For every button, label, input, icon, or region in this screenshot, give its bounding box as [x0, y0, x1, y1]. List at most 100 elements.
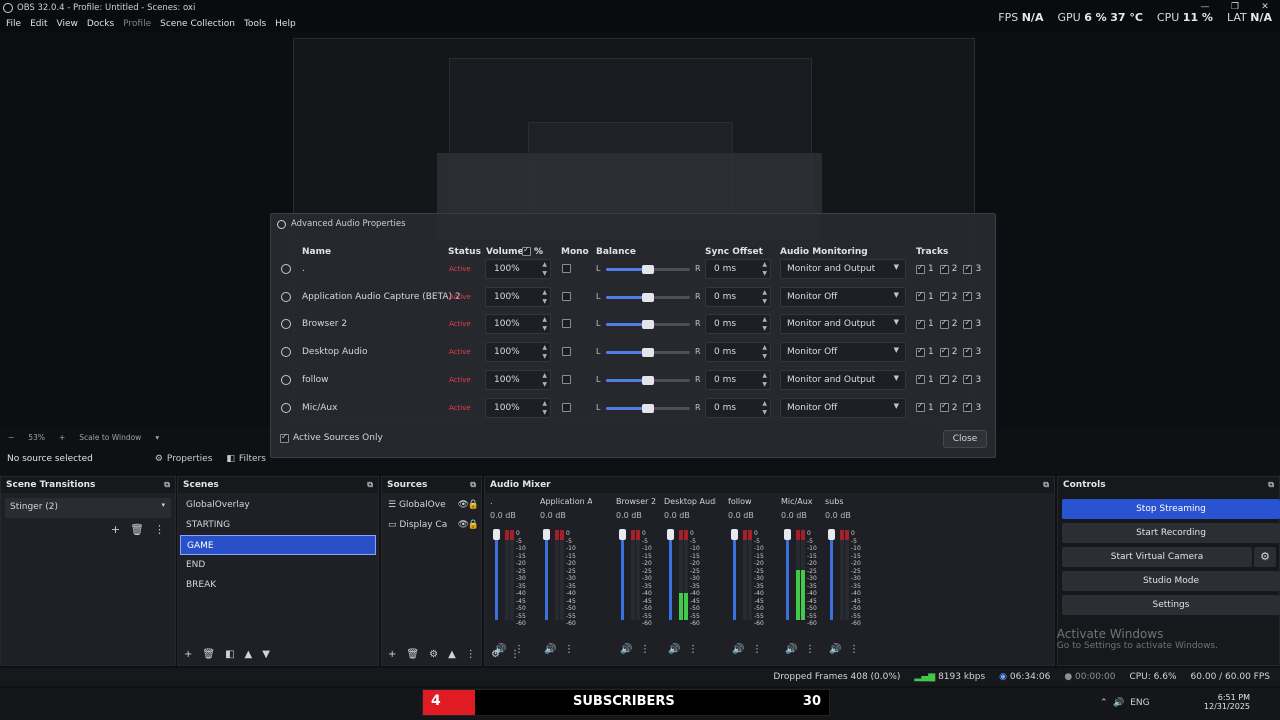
volume-spinbox[interactable]: 100% ▲ ▼: [485, 259, 551, 279]
mute-button[interactable]: 🔊: [732, 644, 744, 655]
menu-docks[interactable]: Docks: [87, 19, 114, 29]
mono-checkbox[interactable]: [562, 402, 571, 412]
zoom-dropdown-icon[interactable]: ▾: [155, 433, 159, 442]
track-1-checkbox[interactable]: [916, 373, 925, 385]
volume-fader-track[interactable]: [545, 532, 548, 620]
volume-spinbox[interactable]: 100% ▲ ▼: [485, 369, 551, 390]
sync-offset-spinbox[interactable]: 0 ms ▲ ▼: [705, 397, 771, 418]
scene-filter-icon[interactable]: ◧: [225, 649, 234, 660]
balance-handle[interactable]: [642, 348, 654, 358]
scene-item[interactable]: STARTING: [180, 515, 376, 535]
mute-button[interactable]: 🔊: [620, 644, 632, 655]
sync-offset-spinbox[interactable]: 0 ms ▲ ▼: [705, 314, 771, 335]
menu-view[interactable]: View: [57, 19, 78, 29]
more-icon[interactable]: ⋮: [510, 649, 520, 660]
monitoring-select[interactable]: Monitor and Output ▼: [780, 314, 906, 335]
volume-fader-handle[interactable]: [543, 529, 550, 540]
scene-item[interactable]: END: [180, 555, 376, 575]
start-recording-button[interactable]: Start Recording: [1062, 523, 1280, 543]
channel-more-icon[interactable]: ⋮: [849, 644, 859, 655]
tray-icons[interactable]: ⌃ 🔊 ENG: [1100, 698, 1150, 708]
advanced-audio-icon[interactable]: ⚙: [491, 649, 500, 660]
volume-fader-handle[interactable]: [667, 529, 674, 540]
balance-slider[interactable]: [606, 348, 690, 358]
balance-handle[interactable]: [642, 375, 654, 385]
add-source-icon[interactable]: +: [388, 649, 396, 660]
balance-handle[interactable]: [642, 292, 654, 302]
volume-spinbox[interactable]: 100% ▲ ▼: [485, 342, 551, 363]
start-virtual-camera-button[interactable]: Start Virtual Camera: [1062, 547, 1252, 567]
mono-checkbox[interactable]: [562, 291, 571, 301]
volume-fader-track[interactable]: [669, 532, 672, 620]
channel-more-icon[interactable]: ⋮: [805, 644, 815, 655]
zoom-out-button[interactable]: −: [8, 433, 14, 442]
volume-spinbox[interactable]: 100% ▲ ▼: [485, 314, 551, 335]
volume-fader-handle[interactable]: [493, 529, 500, 540]
clock[interactable]: 6:51 PM 12/31/2025: [1204, 693, 1250, 711]
balance-handle[interactable]: [642, 265, 654, 274]
balance-slider[interactable]: [606, 320, 690, 330]
volume-fader-handle[interactable]: [784, 529, 791, 540]
volume-fader-handle[interactable]: [731, 529, 738, 540]
scene-item[interactable]: GlobalOverlay: [180, 495, 376, 515]
volume-fader-track[interactable]: [495, 532, 498, 620]
menu-tools[interactable]: Tools: [244, 19, 266, 29]
channel-more-icon[interactable]: ⋮: [564, 644, 574, 655]
volume-percent-checkbox[interactable]: [522, 245, 531, 256]
track-2-checkbox[interactable]: [939, 346, 949, 357]
track-3-checkbox[interactable]: [963, 263, 973, 274]
source-item[interactable]: ☰ GlobalOve 👁 🔒: [382, 495, 481, 515]
zoom-in-button[interactable]: +: [59, 433, 65, 442]
balance-slider[interactable]: [606, 403, 690, 413]
balance-handle[interactable]: [642, 320, 654, 330]
move-up-icon[interactable]: ▲: [245, 649, 253, 660]
menu-file[interactable]: File: [6, 19, 21, 29]
track-1-checkbox[interactable]: [916, 401, 925, 412]
volume-spinbox[interactable]: 100% ▲ ▼: [485, 286, 551, 307]
sync-offset-spinbox[interactable]: 0 ms ▲ ▼: [705, 369, 771, 390]
volume-fader-handle[interactable]: [828, 529, 835, 540]
volume-fader-track[interactable]: [621, 532, 624, 620]
balance-handle[interactable]: [642, 403, 654, 413]
balance-slider[interactable]: [606, 292, 690, 302]
move-up-icon[interactable]: ▲: [448, 649, 456, 660]
channel-more-icon[interactable]: ⋮: [688, 644, 698, 655]
mute-button[interactable]: 🔊: [544, 644, 556, 655]
menu-help[interactable]: Help: [275, 19, 296, 29]
track-3-checkbox[interactable]: [963, 401, 973, 412]
menu-scene-collection[interactable]: Scene Collection: [160, 19, 235, 29]
track-2-checkbox[interactable]: [939, 373, 949, 385]
remove-transition-icon[interactable]: 🗑: [130, 523, 144, 536]
monitoring-select[interactable]: Monitor Off ▼: [780, 342, 906, 363]
track-1-checkbox[interactable]: [916, 346, 925, 357]
track-2-checkbox[interactable]: [939, 263, 949, 274]
mute-button[interactable]: 🔊: [829, 644, 841, 655]
mute-button[interactable]: 🔊: [668, 644, 680, 655]
source-item[interactable]: ▭ Display Ca 👁 🔒: [382, 515, 481, 535]
properties-button[interactable]: ⚙ Properties: [155, 454, 213, 464]
track-3-checkbox[interactable]: [963, 318, 973, 329]
add-transition-icon[interactable]: +: [111, 523, 120, 536]
mute-button[interactable]: 🔊: [785, 644, 797, 655]
sync-offset-spinbox[interactable]: 0 ms ▲ ▼: [705, 259, 771, 279]
popout-icon[interactable]: ⧉: [1268, 480, 1274, 490]
menu-profile[interactable]: Profile: [123, 19, 151, 29]
scene-item[interactable]: BREAK: [180, 575, 376, 595]
balance-slider[interactable]: [606, 375, 690, 385]
virtual-camera-settings-icon[interactable]: ⚙: [1254, 547, 1276, 567]
lock-icon[interactable]: 🔒: [468, 500, 479, 510]
volume-fader-track[interactable]: [733, 532, 736, 620]
track-1-checkbox[interactable]: [916, 290, 925, 302]
popout-icon[interactable]: ⧉: [1043, 480, 1049, 490]
track-3-checkbox[interactable]: [963, 373, 973, 385]
transition-select[interactable]: Stinger (2) ▾: [5, 498, 171, 518]
mono-checkbox[interactable]: [562, 264, 571, 273]
sync-offset-spinbox[interactable]: 0 ms ▲ ▼: [705, 342, 771, 363]
remove-scene-icon[interactable]: 🗑: [202, 649, 215, 660]
sync-offset-spinbox[interactable]: 0 ms ▲ ▼: [705, 286, 771, 307]
monitoring-select[interactable]: Monitor and Output ▼: [780, 369, 906, 390]
volume-fader-handle[interactable]: [619, 529, 626, 540]
track-2-checkbox[interactable]: [939, 401, 949, 412]
lock-icon[interactable]: 🔒: [468, 520, 479, 530]
track-2-checkbox[interactable]: [939, 290, 949, 302]
